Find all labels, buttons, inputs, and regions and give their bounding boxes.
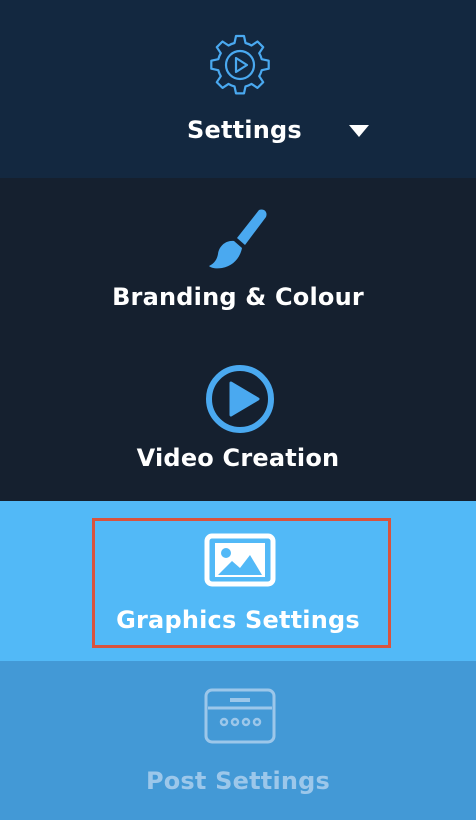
post-panel-icon [204, 688, 276, 744]
settings-side-menu: Settings Branding & Colour Video Creatio… [0, 0, 476, 820]
caret-down-icon[interactable] [349, 125, 369, 137]
image-icon [204, 533, 276, 587]
paintbrush-icon [209, 209, 267, 269]
play-circle-icon [206, 365, 274, 433]
settings-dropdown-header[interactable]: Settings [0, 0, 476, 178]
settings-label: Settings [187, 116, 302, 144]
menu-item-branding-colour[interactable]: Branding & Colour [0, 178, 476, 340]
menu-item-label: Branding & Colour [112, 283, 364, 311]
menu-item-label: Graphics Settings [116, 606, 360, 634]
menu-item-label: Post Settings [145, 767, 331, 795]
menu-item-label: Video Creation [136, 444, 340, 472]
menu-item-video-creation[interactable]: Video Creation [0, 340, 476, 501]
menu-item-graphics-settings[interactable]: Graphics Settings [0, 501, 476, 661]
menu-item-post-settings[interactable]: Post Settings [0, 661, 476, 820]
gear-play-icon [210, 34, 270, 95]
